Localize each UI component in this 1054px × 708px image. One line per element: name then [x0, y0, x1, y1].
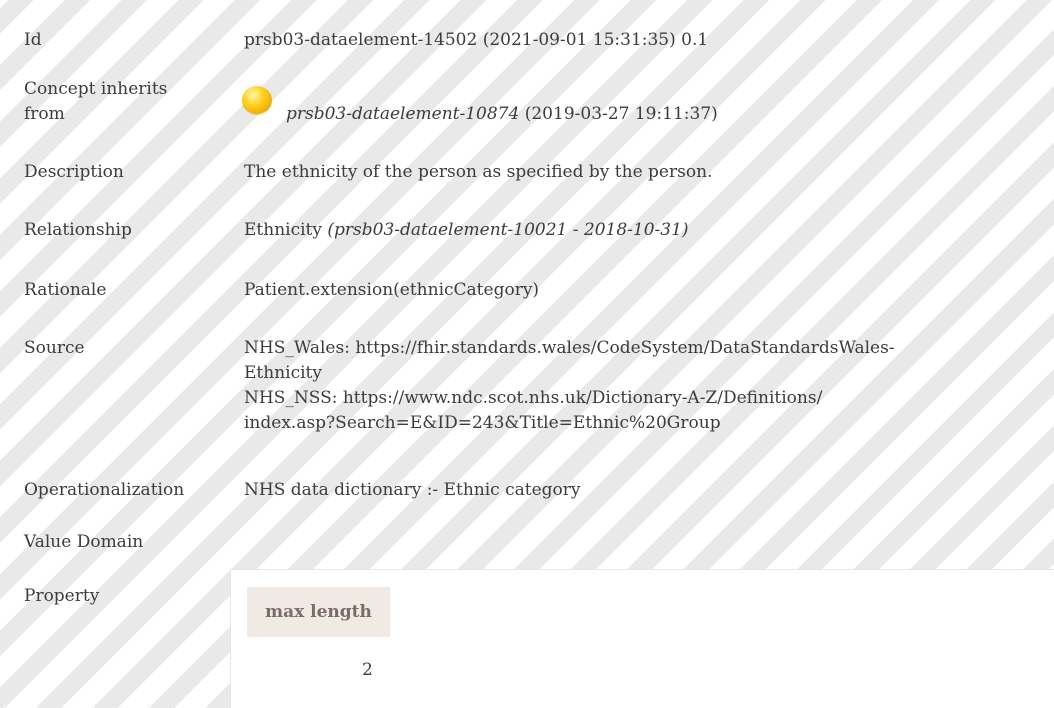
field-label-relationship: Relationship: [24, 220, 132, 240]
field-label-operationalization: Operationalization: [24, 480, 185, 500]
source-line: NHS_NSS: https://www.ndc.scot.nhs.uk/Dic…: [244, 388, 823, 408]
relationship-reference-link[interactable]: (prsb03-dataelement-10021 - 2018-10-31): [327, 220, 688, 240]
field-value-inherits: prsb03-dataelement-10874 (2019-03-27 19:…: [286, 102, 1054, 127]
field-value-id: prsb03-dataelement-14502 (2021-09-01 15:…: [244, 30, 709, 50]
field-label-source: Source: [24, 338, 85, 358]
source-line: index.asp?Search=E&ID=243&Title=Ethnic%2…: [244, 413, 721, 433]
data-element-details-page: { "fields": { "id": { "label": "Id", "va…: [0, 0, 1054, 708]
field-label-inherits-line2: from: [24, 104, 65, 124]
field-label-value-domain: Value Domain: [24, 532, 144, 552]
property-value-max-length: 2: [362, 660, 373, 680]
field-label-rationale: Rationale: [24, 280, 107, 300]
field-value-relationship: Ethnicity (prsb03-dataelement-10021 - 20…: [244, 218, 1044, 243]
field-label-inherits: Concept inherits from: [24, 77, 234, 127]
property-column-header-max-length: max length: [247, 587, 390, 637]
field-label-id: Id: [24, 30, 42, 50]
property-panel: max length 2: [230, 569, 1054, 708]
field-value-operationalization: NHS data dictionary :- Ethnic category: [244, 480, 581, 500]
field-label-description: Description: [24, 162, 124, 182]
source-line: NHS_Wales: https://fhir.standards.wales/…: [244, 338, 895, 358]
field-value-rationale: Patient.extension(ethnicCategory): [244, 280, 540, 300]
field-value-description: The ethnicity of the person as specified…: [244, 162, 713, 182]
relationship-name: Ethnicity: [244, 220, 322, 240]
source-line: Ethnicity: [244, 363, 322, 383]
orange-status-orb-icon: [242, 86, 272, 114]
inherits-date: (2019-03-27 19:11:37): [524, 104, 718, 124]
field-label-inherits-line1: Concept inherits: [24, 79, 168, 99]
field-label-property: Property: [24, 586, 100, 606]
inherits-reference-link[interactable]: prsb03-dataelement-10874: [286, 104, 519, 124]
field-value-source: NHS_Wales: https://fhir.standards.wales/…: [244, 336, 1044, 436]
